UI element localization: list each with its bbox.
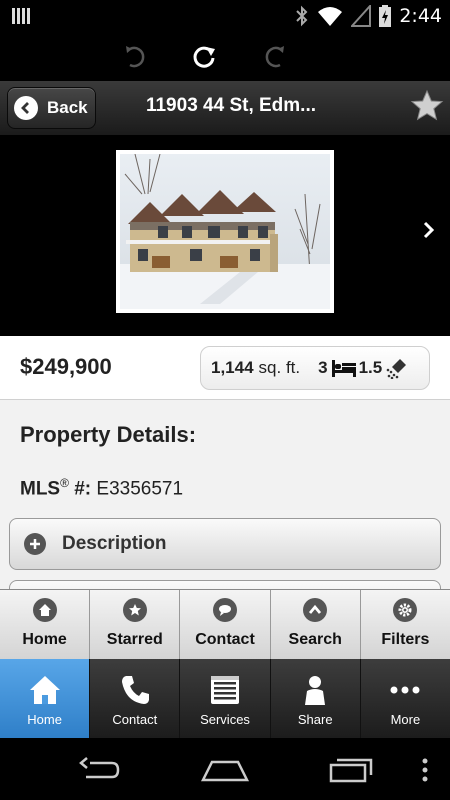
nav-search-button[interactable]: Search [270, 590, 361, 659]
tab-more[interactable]: More [360, 659, 450, 738]
wifi-icon [318, 7, 343, 26]
nav-contact-button[interactable]: Contact [180, 590, 271, 659]
tab-contact[interactable]: Contact [90, 659, 181, 738]
redo-icon[interactable] [262, 43, 290, 71]
system-nav-bar [0, 738, 450, 800]
sqft-value: 1,144 [211, 358, 254, 377]
person-icon [305, 676, 326, 705]
nav-home-button[interactable]: Home [0, 590, 91, 659]
tab-services[interactable]: Services [180, 659, 271, 738]
tab-home[interactable]: Home [0, 659, 91, 738]
beds-value: 3 [318, 358, 328, 377]
listing-price: $249,900 [20, 354, 112, 379]
shower-icon [386, 359, 407, 379]
tab-services-label: Services [200, 712, 250, 727]
tab-contact-label: Contact [112, 712, 158, 727]
property-content: $249,900 1,144 sq. ft. 3 1.5 Property De… [0, 336, 450, 590]
refresh-icon[interactable] [190, 43, 218, 71]
tab-share-label: Share [297, 712, 333, 727]
nav-starred-button[interactable]: Starred [90, 590, 181, 659]
star-icon [122, 598, 147, 622]
more-icon [390, 686, 420, 694]
back-button[interactable]: Back [7, 87, 96, 129]
page-title: 11903 44 St, Edm... [145, 95, 317, 116]
nav-search-label: Search [288, 631, 342, 648]
nav-filters-button[interactable]: Filters [360, 590, 450, 659]
bed-icon [331, 360, 356, 377]
price-bar: $249,900 1,144 sq. ft. 3 1.5 [0, 336, 450, 400]
phone-icon [121, 676, 149, 704]
home-icon [32, 598, 57, 622]
mls-hash: #: [68, 478, 92, 500]
section-title: Property Details: [20, 422, 197, 447]
cell-signal-icon [351, 5, 372, 27]
gear-icon [393, 598, 418, 622]
app-nav-bar: Home Starred Contact Search Filters [0, 589, 450, 659]
chevron-up-icon [303, 598, 328, 622]
photo-gallery [0, 136, 450, 336]
listing-specs: 1,144 sq. ft. 3 1.5 [200, 346, 430, 390]
home-nav-icon[interactable] [200, 756, 250, 784]
tab-more-label: More [390, 712, 421, 727]
nav-filters-label: Filters [381, 631, 430, 648]
recent-apps-icon[interactable] [328, 756, 374, 784]
list-icon [211, 676, 239, 704]
signal-bars-icon [12, 8, 30, 24]
chat-icon [213, 598, 237, 622]
favorite-star-icon[interactable] [410, 89, 444, 123]
bluetooth-icon [296, 5, 308, 27]
home-icon [29, 676, 60, 704]
status-bar: 2:44 [0, 0, 450, 33]
description-label: Description [62, 533, 167, 554]
mls-number: MLS® #: E3356571 [20, 476, 183, 500]
next-photo-chevron-icon[interactable] [422, 220, 436, 240]
nav-starred-label: Starred [106, 631, 163, 648]
battery-icon [379, 5, 392, 27]
undo-icon[interactable] [120, 43, 148, 71]
page-header: Back 11903 44 St, Edm... [0, 81, 450, 136]
back-button-label: Back [47, 98, 88, 117]
mls-key: MLS [20, 478, 61, 500]
clock: 2:44 [399, 5, 442, 27]
plus-icon [24, 533, 46, 555]
registered-mark: ® [60, 476, 69, 490]
bottom-tab-bar: Home Contact Services Share More [0, 659, 450, 738]
tab-share[interactable]: Share [270, 659, 361, 738]
property-photo-frame[interactable] [116, 150, 334, 313]
back-arrow-icon [14, 96, 38, 120]
back-nav-icon[interactable] [78, 756, 122, 784]
nav-home-label: Home [22, 631, 67, 648]
browser-toolbar [0, 33, 450, 81]
description-collapsible[interactable]: Description [9, 518, 441, 570]
mls-value: E3356571 [91, 478, 184, 500]
sqft-unit: sq. ft. [258, 358, 301, 377]
tab-home-label: Home [27, 712, 62, 727]
menu-dots-icon[interactable] [420, 756, 430, 784]
property-photo [120, 153, 330, 309]
nav-contact-label: Contact [195, 631, 255, 648]
baths-value: 1.5 [358, 358, 383, 377]
